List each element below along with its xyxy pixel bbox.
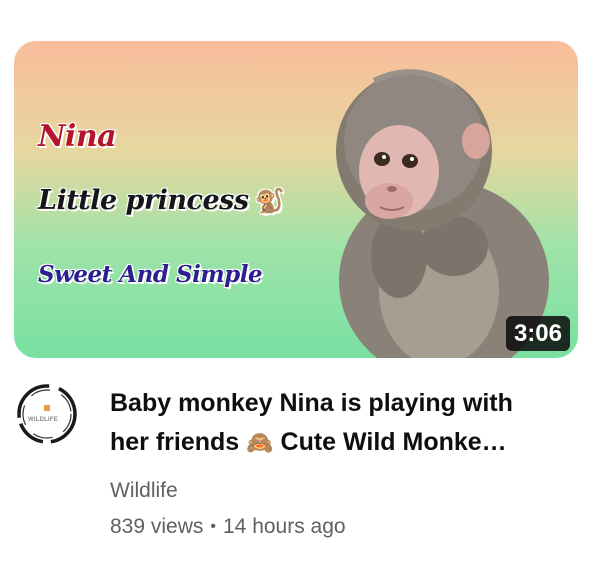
monkey-image [336,69,549,358]
wildlife-logo-icon [17,384,77,444]
video-thumbnail[interactable]: Nina Little princess🐒 Sweet And Simple [14,41,578,358]
video-title-line2-prefix: her friends [110,428,240,456]
video-title-line1: Baby monkey Nina is playing with [110,389,513,417]
avatar-label: WILDLIFE [28,417,58,423]
duration-badge: 3:06 [505,316,570,351]
video-card: Nina Little princess🐒 Sweet And Simple [0,0,604,578]
separator-dot: • [210,518,216,535]
monkey-emoji-icon: 🐒 [254,187,285,215]
video-title-line2: her friends 🙈 Cute Wild Monke… [110,423,570,463]
channel-name[interactable]: Wildlife [110,479,178,503]
channel-avatar[interactable]: WILDLIFE [14,381,80,447]
upload-age: 14 hours ago [223,515,346,538]
thumbnail-tagline: Sweet And Simple [38,261,263,288]
video-title-line2-suffix: Cute Wild Monke… [280,428,507,456]
view-count: 839 views [110,515,204,538]
video-title[interactable]: Baby monkey Nina is playing with her fri… [110,384,570,463]
thumbnail-title-nina: Nina [38,119,117,154]
see-no-evil-monkey-icon: 🙈 [246,431,274,456]
thumbnail-subtitle: Little princess 🐒 [38,185,284,216]
thumbnail-subtitle-text: Little princess [38,185,249,216]
video-metadata: 839 views • 14 hours ago [110,515,346,539]
